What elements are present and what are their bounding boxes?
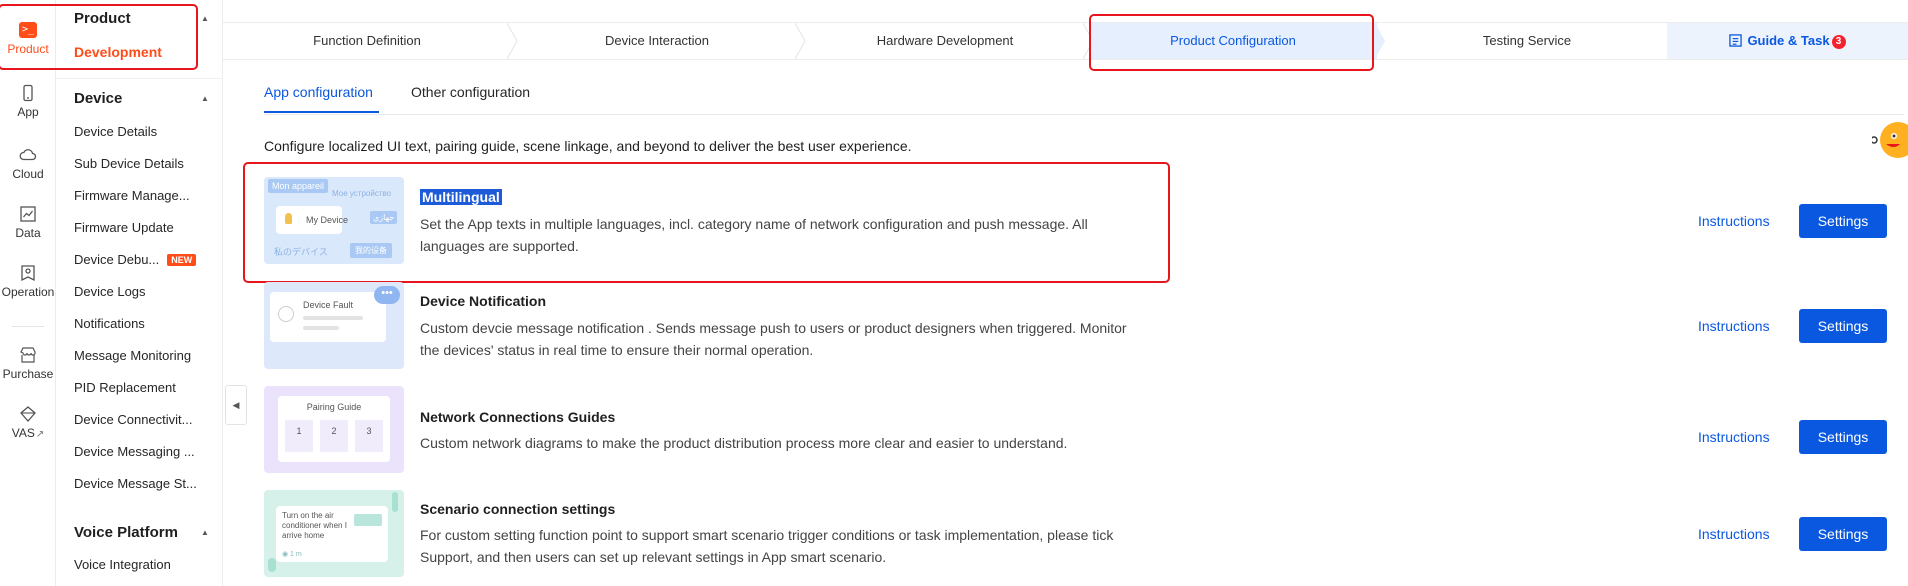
collapse-sidebar-button[interactable]: ◀ [225, 385, 247, 425]
highlight-box [243, 162, 1170, 283]
steps-bar: Function Definition Device Interaction H… [223, 22, 1908, 60]
rail-item-purchase[interactable]: Purchase [0, 346, 56, 381]
thumb-line [303, 316, 363, 320]
feature-description: Custom network diagrams to make the prod… [420, 435, 1068, 451]
settings-button[interactable]: Settings [1799, 309, 1887, 343]
nav-group-device[interactable]: Device [74, 90, 122, 107]
instructions-link[interactable]: Instructions [1698, 526, 1770, 542]
thumb-text: Device Fault [303, 300, 354, 310]
thumb-step: 1 [285, 420, 313, 452]
config-tabs: App configuration Other configuration [264, 75, 1904, 115]
thumb-card: Pairing Guide 1 2 3 [278, 396, 390, 462]
thumb-step: 3 [355, 420, 383, 452]
thumb-text: Turn on the air conditioner when I arriv… [282, 511, 347, 540]
new-badge: NEW [167, 254, 197, 266]
rail-label: Operation [1, 285, 55, 299]
guide-label: Guide & Task [1747, 33, 1830, 48]
nav-item-pid-replacement[interactable]: PID Replacement [74, 380, 176, 395]
step-testing-service[interactable]: Testing Service [1383, 23, 1671, 59]
tab-app-configuration[interactable]: App configuration [264, 84, 373, 100]
pairing-guide-thumbnail: Pairing Guide 1 2 3 [264, 386, 404, 473]
instructions-link[interactable]: Instructions [1698, 213, 1770, 229]
rail-label: App [17, 105, 39, 119]
secondary-nav: Product ▲ Development Device ▲ Device De… [56, 0, 223, 586]
highlight-box [1089, 14, 1374, 71]
nav-item-device-message-statistics[interactable]: Device Message St... [74, 476, 197, 491]
rail-item-app[interactable]: App [0, 84, 56, 119]
nav-item-device-debugging[interactable]: Device Debu... NEW [74, 252, 197, 267]
thumb-text: Pairing Guide [306, 402, 362, 412]
fan-icon [278, 306, 294, 322]
plant-icon [392, 492, 398, 512]
thumb-text: ◉ 1 m [282, 551, 302, 558]
feature-title: Scenario connection settings [420, 501, 616, 517]
caret-up-icon[interactable]: ▲ [201, 14, 209, 23]
feature-description: For custom setting function point to sup… [420, 527, 1114, 565]
nav-item-device-details[interactable]: Device Details [74, 124, 157, 139]
thumb-step: 2 [320, 420, 348, 452]
nav-item-sub-device-details[interactable]: Sub Device Details [74, 156, 184, 171]
nav-item-device-logs[interactable]: Device Logs [74, 284, 146, 299]
thumb-card: Device Fault [270, 292, 386, 342]
chat-bubble-icon: ••• [374, 286, 400, 304]
rail-label: Purchase [2, 367, 54, 381]
tab-other-configuration[interactable]: Other configuration [411, 84, 530, 100]
icon-rail: >_ Product App Cloud Data Operation Purc… [0, 0, 56, 586]
rail-item-operation[interactable]: Operation [0, 264, 56, 299]
rail-divider [12, 326, 44, 327]
thumb-line [303, 326, 339, 330]
feature-description: Custom devcie message notification . Sen… [420, 320, 1127, 358]
rail-label: Cloud [12, 167, 44, 181]
badge-icon [21, 265, 35, 282]
feature-title: Device Notification [420, 293, 547, 309]
rail-label: VAS [11, 426, 35, 440]
step-function-definition[interactable]: Function Definition [223, 23, 511, 59]
guide-and-task-button[interactable]: Guide & Task 3 [1667, 23, 1908, 59]
settings-button[interactable]: Settings [1799, 204, 1887, 238]
nav-item-voice-integration[interactable]: Voice Integration [74, 557, 171, 572]
checklist-icon [1729, 34, 1743, 47]
nav-item-device-connectivity[interactable]: Device Connectivit... [74, 412, 193, 427]
nav-item-device-messaging[interactable]: Device Messaging ... [74, 444, 195, 459]
nav-item-notifications[interactable]: Notifications [74, 316, 145, 331]
store-icon [20, 347, 36, 363]
rail-item-vas[interactable]: VAS↗ [0, 405, 56, 440]
intro-text: Configure localized UI text, pairing gui… [264, 138, 912, 154]
settings-button[interactable]: Settings [1799, 420, 1887, 454]
scenario-thumbnail: Turn on the air conditioner when I arriv… [264, 490, 404, 577]
nav-item-firmware-update[interactable]: Firmware Update [74, 220, 174, 235]
cloud-icon [19, 149, 37, 161]
active-tab-indicator [264, 111, 379, 113]
task-count-badge: 3 [1831, 35, 1846, 49]
phone-icon [23, 84, 33, 102]
step-device-interaction[interactable]: Device Interaction [513, 23, 801, 59]
rail-item-data[interactable]: Data [0, 205, 56, 240]
rail-item-cloud[interactable]: Cloud [0, 146, 56, 181]
settings-button[interactable]: Settings [1799, 517, 1887, 551]
mascot-icon[interactable] [1872, 116, 1908, 166]
instructions-link[interactable]: Instructions [1698, 318, 1770, 334]
notification-thumbnail: Device Fault ••• [264, 282, 404, 369]
thumb-card: Turn on the air conditioner when I arriv… [276, 506, 388, 562]
step-hardware-development[interactable]: Hardware Development [801, 23, 1089, 59]
nav-item-firmware-management[interactable]: Firmware Manage... [74, 188, 190, 203]
external-link-icon: ↗ [35, 429, 45, 440]
feature-title: Network Connections Guides [420, 409, 616, 425]
rail-label: Data [15, 226, 41, 240]
plant-icon [268, 558, 276, 572]
caret-up-icon[interactable]: ▲ [201, 94, 209, 103]
nav-group-voice-platform[interactable]: Voice Platform [74, 524, 178, 541]
instructions-link[interactable]: Instructions [1698, 429, 1770, 445]
highlight-box [0, 4, 198, 70]
caret-up-icon[interactable]: ▲ [201, 528, 209, 537]
diamond-icon [20, 406, 36, 422]
chart-icon [20, 206, 36, 222]
nav-item-message-monitoring[interactable]: Message Monitoring [74, 348, 191, 363]
nav-divider [56, 78, 223, 79]
nav-item-label: Device Debu... [74, 252, 160, 267]
thumb-control [354, 514, 382, 526]
